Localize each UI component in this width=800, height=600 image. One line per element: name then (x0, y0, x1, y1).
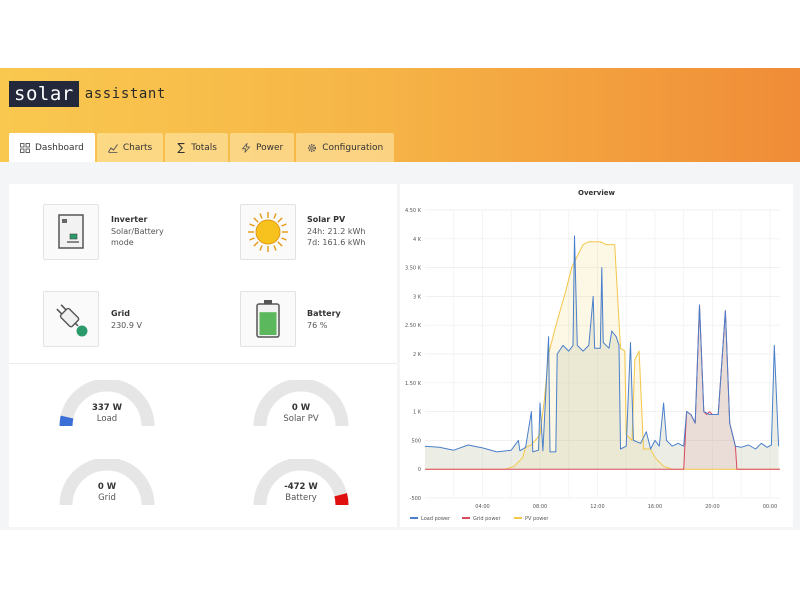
tab-dashboard-label: Dashboard (35, 142, 84, 153)
battery-card-icon[interactable] (240, 291, 296, 347)
y-tick-label: 0 (418, 467, 421, 473)
logo-assistant-text: assistant (84, 86, 166, 102)
inverter-mode-line1: Solar/Battery (111, 227, 164, 236)
y-tick-label: 1 K (413, 410, 422, 416)
solar-pv-title: Solar PV (307, 215, 346, 224)
tab-power-label: Power (255, 142, 284, 153)
grid-power-legend-label: Grid power (473, 516, 501, 522)
solar-pv-7d: 7d: 161.6 kWh (307, 238, 366, 247)
load-gauge-label: Load (96, 414, 118, 424)
chart-title: Overview (578, 189, 615, 197)
tab-charts-label: Charts (122, 142, 153, 153)
y-tick-label: 1.50 K (405, 381, 422, 387)
tab-configuration-label: Configuration (322, 142, 384, 153)
x-tick-label: 16:00 (648, 504, 662, 510)
sun-icon (248, 212, 288, 252)
overview-chart[interactable]: 4.50 K 4 K 3.50 K 3 K 2.50 K 2 K 1.50 K 1 K 500 0… (400, 198, 793, 527)
x-tick-label: 00:00 (763, 504, 777, 510)
y-tick-label: 3.50 K (405, 266, 422, 272)
y-tick-label: 500 (411, 438, 421, 444)
x-tick-label: 12:00 (590, 504, 604, 510)
tab-charts[interactable]: Charts (96, 133, 164, 162)
bar-chart-icon (107, 143, 118, 153)
grid-gauge-label: Grid (98, 493, 116, 503)
sigma-icon: ∑ (177, 140, 185, 154)
inverter-mode-line2: mode (111, 238, 134, 247)
solar-pv-24h: 24h: 21.2 kWh (307, 227, 366, 236)
app-logo[interactable]: solar assistant (9, 81, 166, 107)
solar-pv-gauge-value: 0 W (291, 403, 311, 413)
solar-pv-gauge-label: Solar PV (283, 414, 319, 424)
y-tick-label: 2 K (413, 352, 422, 358)
y-tick-label: 3 K (413, 294, 422, 300)
y-tick-label: 4.50 K (405, 208, 422, 214)
battery-level-fill (259, 312, 277, 335)
logo-solar-box: solar (9, 81, 79, 107)
lightning-icon (241, 142, 251, 153)
plug-icon (56, 304, 89, 338)
solar-pv-card-icon[interactable] (240, 204, 296, 260)
y-tick-label: -500 (410, 496, 421, 502)
x-tick-label: 08:00 (533, 504, 547, 510)
grid-voltage: 230.9 V (111, 321, 142, 330)
grid-title: Grid (111, 309, 130, 318)
load-gauge-value: 337 W (91, 403, 123, 413)
y-tick-label: 2.50 K (405, 323, 422, 329)
grid-gauge-value: 0 W (97, 482, 117, 492)
x-tick-label: 20:00 (705, 504, 719, 510)
battery-icon (256, 300, 280, 338)
tab-power[interactable]: Power (229, 133, 295, 162)
gear-icon (308, 143, 317, 152)
battery-gauge-value: -472 W (284, 482, 318, 492)
grid-icon (20, 142, 30, 153)
grid-card-icon[interactable] (43, 291, 99, 347)
inverter-icon (58, 214, 84, 249)
battery-gauge-label: Battery (285, 493, 317, 503)
panel-divider (9, 363, 397, 364)
battery-title: Battery (307, 309, 341, 318)
tab-dashboard[interactable]: Dashboard (9, 133, 95, 162)
tab-totals-label: Totals (191, 142, 217, 153)
battery-percent: 76 % (307, 321, 328, 330)
load-power-legend-label: Load power (421, 516, 451, 522)
tab-totals[interactable]: ∑ Totals (165, 133, 228, 162)
inverter-card-icon[interactable] (43, 204, 99, 260)
inverter-title: Inverter (111, 215, 148, 224)
pv-power-legend-label: PV power (525, 516, 549, 522)
tab-configuration[interactable]: Configuration (296, 133, 395, 162)
y-tick-label: 4 K (413, 237, 422, 243)
main-tabs: Dashboard Charts ∑ Totals Power Configur… (9, 133, 395, 162)
x-tick-label: 04:00 (475, 504, 489, 510)
